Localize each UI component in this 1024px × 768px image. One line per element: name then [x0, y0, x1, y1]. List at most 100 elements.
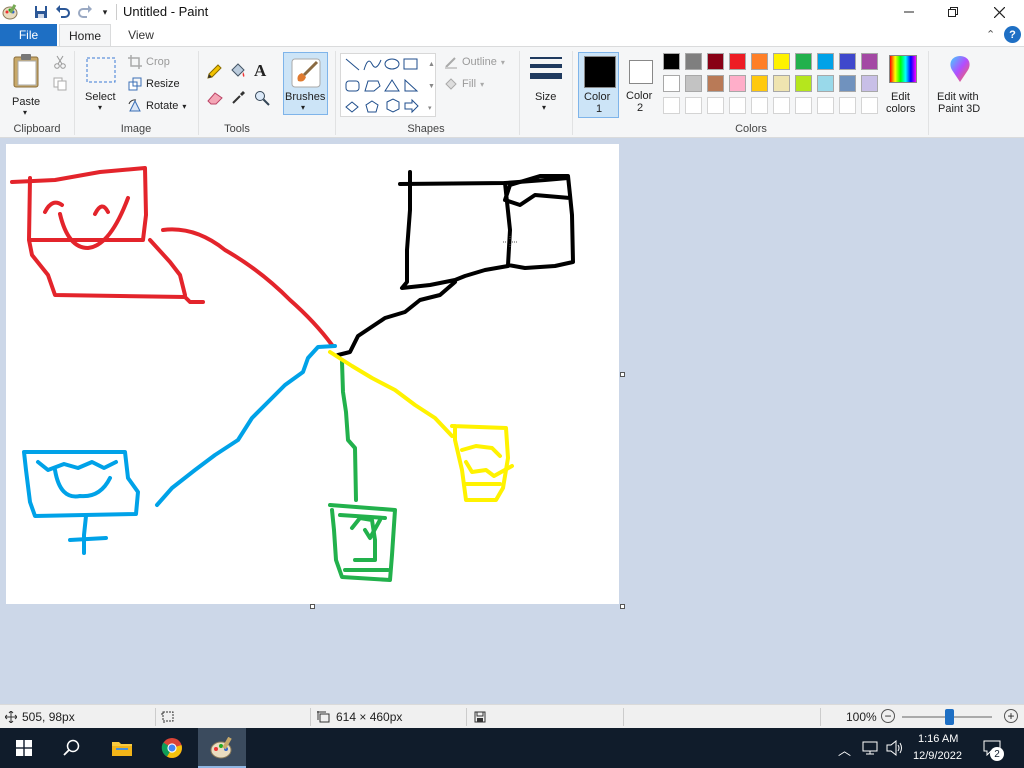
black-sketch [336, 170, 575, 357]
resize-handle-bottom[interactable] [310, 604, 315, 609]
tab-file[interactable]: File [0, 24, 57, 46]
palette-color-swatch[interactable] [751, 53, 768, 70]
edit-colors-button[interactable]: Edit colors [886, 53, 920, 117]
palette-color-swatch[interactable] [861, 75, 878, 92]
fill-button[interactable]: Fill ▾ [444, 77, 484, 91]
palette-color-swatch[interactable] [839, 75, 856, 92]
eraser-icon[interactable] [206, 91, 224, 108]
text-tool-icon[interactable]: A [254, 61, 266, 81]
custom-color-slot[interactable] [663, 97, 680, 114]
undo-icon[interactable] [54, 3, 72, 21]
ribbon-tab-row: File Home View ⌃ ? [0, 24, 1024, 46]
rotate-button[interactable]: Rotate ▾ [128, 99, 186, 113]
palette-color-swatch[interactable] [795, 75, 812, 92]
paint-app-icon[interactable] [1, 3, 19, 21]
palette-color-swatch[interactable] [729, 53, 746, 70]
palette-color-swatch[interactable] [685, 75, 702, 92]
color2-button[interactable]: Color 2 [622, 52, 660, 118]
redo-icon[interactable] [76, 3, 94, 21]
custom-color-slot[interactable] [685, 97, 702, 114]
copy-icon[interactable] [53, 77, 67, 94]
color-picker-icon[interactable] [231, 89, 247, 108]
palette-color-swatch[interactable] [707, 75, 724, 92]
drawing-canvas[interactable] [6, 144, 619, 604]
volume-icon[interactable] [886, 740, 904, 756]
file-explorer-button[interactable] [98, 728, 146, 768]
tab-view[interactable]: View [118, 24, 164, 46]
palette-color-swatch[interactable] [773, 75, 790, 92]
paint-taskbar-button[interactable] [198, 728, 246, 768]
clipboard-group-label: Clipboard [13, 123, 61, 135]
shapes-gallery-icons: ▲ ▼ ▾ [345, 58, 435, 114]
palette-color-swatch[interactable] [663, 53, 680, 70]
collapse-ribbon-icon[interactable]: ⌃ [986, 28, 995, 41]
window-title: Untitled - Paint [123, 4, 209, 19]
action-center-button[interactable]: 2 [976, 728, 1016, 768]
resize-button[interactable]: Resize [128, 77, 180, 91]
help-icon[interactable]: ? [1004, 26, 1021, 43]
custom-color-slot[interactable] [729, 97, 746, 114]
minimize-button[interactable] [886, 0, 932, 24]
outline-dropdown-icon: ▾ [500, 57, 505, 67]
palette-color-swatch[interactable] [817, 75, 834, 92]
status-bar: 505, 98px 614 × 460px 100% − + [0, 704, 1024, 728]
search-icon [63, 739, 80, 756]
tab-home[interactable]: Home [59, 24, 111, 46]
custom-color-slot[interactable] [839, 97, 856, 114]
outline-label: Outline [462, 56, 497, 68]
custom-color-slot[interactable] [707, 97, 724, 114]
custom-color-slot[interactable] [751, 97, 768, 114]
select-icon [86, 57, 116, 83]
cursor-position-icon [5, 711, 17, 723]
clock-time[interactable]: 1:16 AM [918, 733, 958, 745]
size-button[interactable]: Size ▾ [526, 53, 566, 117]
chrome-button[interactable] [148, 728, 196, 768]
network-icon[interactable] [862, 741, 880, 755]
magnifier-icon[interactable] [254, 90, 270, 109]
palette-color-swatch[interactable] [685, 53, 702, 70]
color1-button[interactable]: Color 1 [578, 52, 619, 118]
custom-color-slot[interactable] [773, 97, 790, 114]
close-button[interactable] [976, 0, 1022, 24]
search-button[interactable] [48, 728, 96, 768]
cut-icon[interactable] [53, 55, 67, 72]
palette-color-swatch[interactable] [663, 75, 680, 92]
fill-bucket-icon[interactable] [229, 63, 247, 82]
fill-dropdown-icon: ▾ [480, 79, 485, 89]
custom-color-slot[interactable] [795, 97, 812, 114]
palette-color-swatch[interactable] [817, 53, 834, 70]
palette-color-swatch[interactable] [707, 53, 724, 70]
fill-icon [445, 78, 457, 90]
resize-handle-right[interactable] [620, 372, 625, 377]
palette-color-swatch[interactable] [861, 53, 878, 70]
color2-label: Color [626, 90, 653, 102]
customize-quick-access-icon[interactable]: ▾ [96, 3, 114, 21]
maximize-button[interactable] [930, 0, 976, 24]
palette-color-swatch[interactable] [729, 75, 746, 92]
palette-color-swatch[interactable] [795, 53, 812, 70]
outline-button[interactable]: Outline ▾ [444, 55, 505, 69]
edit-with-paint3d-button[interactable]: Edit with Paint 3D [934, 53, 986, 117]
select-button[interactable]: Select ▾ [82, 55, 120, 117]
zoom-slider-thumb[interactable] [945, 709, 954, 725]
status-divider [623, 708, 624, 726]
palette-color-swatch[interactable] [773, 53, 790, 70]
start-button[interactable] [0, 728, 48, 768]
brushes-button[interactable]: Brushes ▾ [283, 52, 328, 115]
color-palette [663, 53, 883, 119]
custom-color-slot[interactable] [817, 97, 834, 114]
clock-date[interactable]: 12/9/2022 [913, 750, 962, 762]
palette-color-swatch[interactable] [839, 53, 856, 70]
save-icon[interactable] [32, 3, 50, 21]
shapes-gallery[interactable]: ▲ ▼ ▾ [340, 53, 436, 117]
palette-color-swatch[interactable] [751, 75, 768, 92]
show-hidden-icons-icon[interactable]: ︿ [838, 740, 851, 759]
pencil-icon[interactable] [206, 64, 222, 83]
crop-button[interactable]: Crop [128, 55, 170, 69]
zoom-in-button[interactable]: + [1004, 709, 1018, 723]
custom-color-slot[interactable] [861, 97, 878, 114]
paste-button[interactable]: Paste ▾ [8, 53, 48, 117]
ribbon: Paste ▾ Clipboard Select ▾ Crop Resize R… [0, 46, 1024, 138]
zoom-out-button[interactable]: − [881, 709, 895, 723]
resize-handle-corner[interactable] [620, 604, 625, 609]
